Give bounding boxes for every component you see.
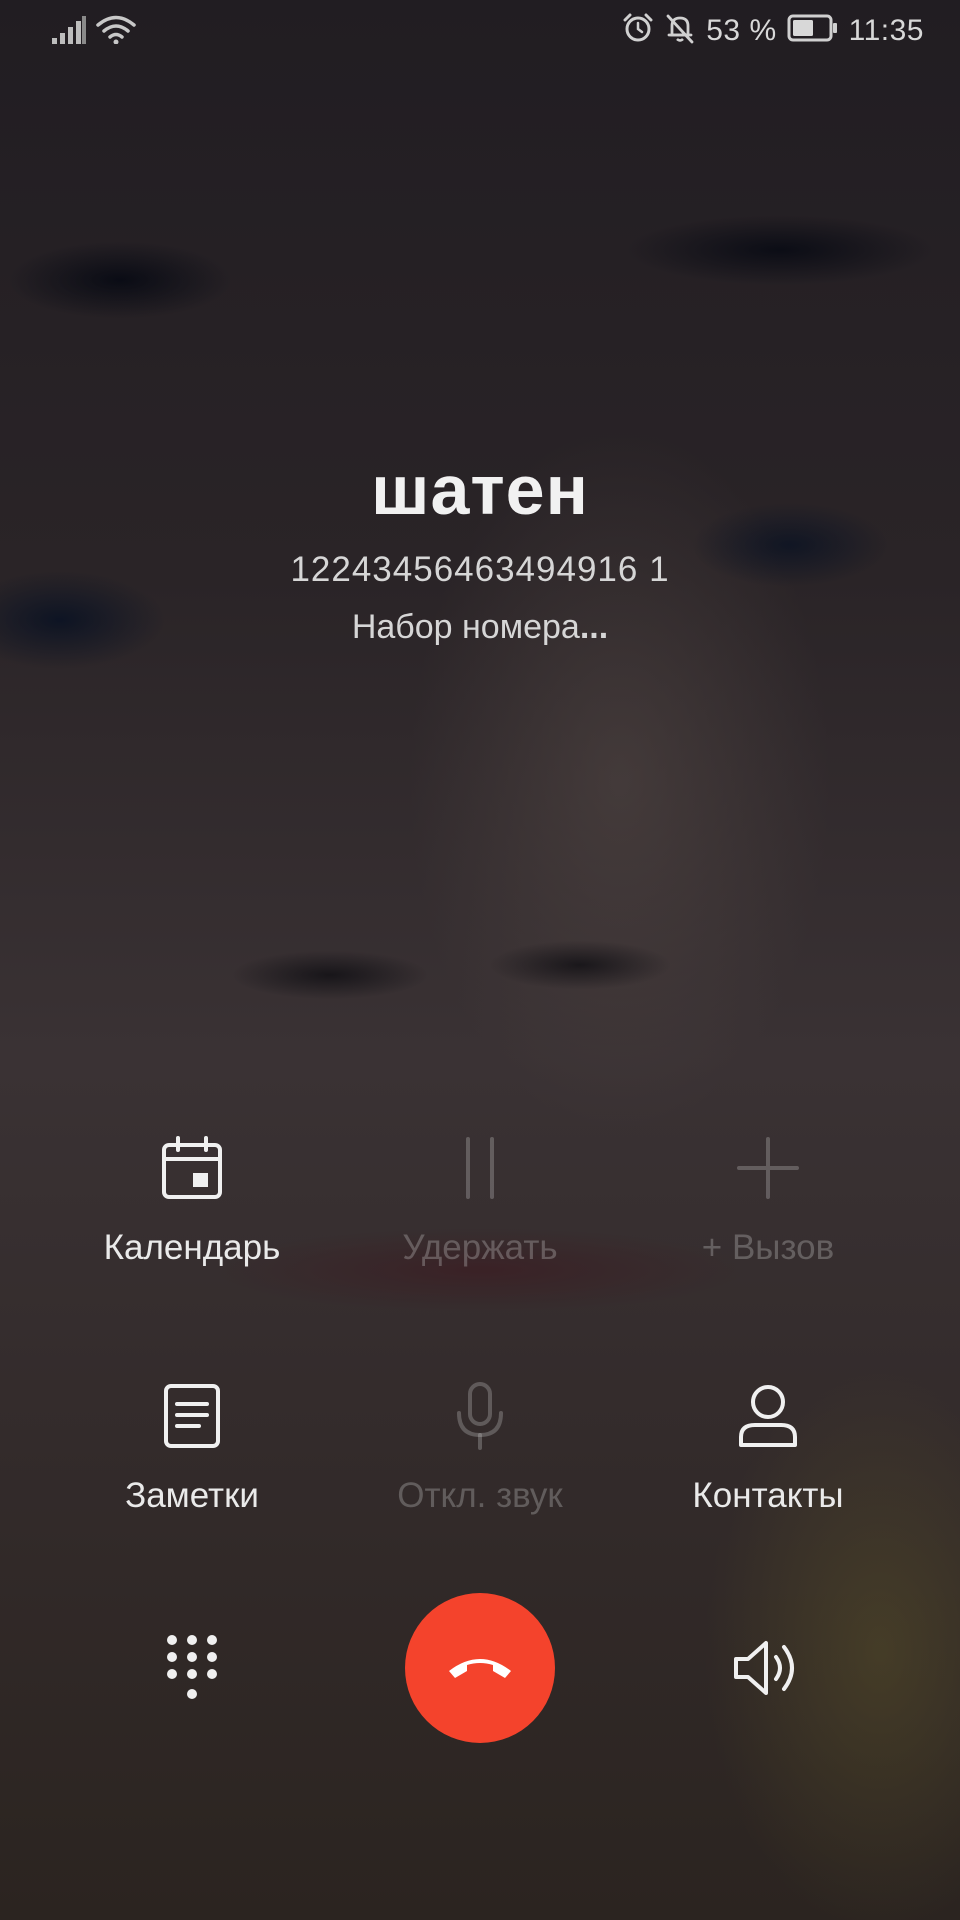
hold-button[interactable]: Удержать (330, 1130, 630, 1268)
calendar-icon (160, 1135, 224, 1206)
contacts-label: Контакты (692, 1476, 844, 1515)
add-call-button[interactable]: + Вызов (618, 1130, 918, 1268)
dialpad-button[interactable] (142, 1620, 242, 1720)
pause-icon (460, 1135, 500, 1206)
battery-percent: 53 % (706, 13, 777, 47)
calendar-label: Календарь (103, 1228, 281, 1267)
calendar-button[interactable]: Календарь (42, 1130, 342, 1268)
battery-icon (787, 14, 839, 47)
alarm-icon (622, 12, 654, 49)
contact-icon (735, 1383, 801, 1454)
contacts-button[interactable]: Контакты (618, 1378, 918, 1516)
end-call-button[interactable] (405, 1593, 555, 1743)
notes-button[interactable]: Заметки (42, 1378, 342, 1516)
add-call-label: + Вызов (701, 1228, 835, 1267)
call-status-text: Набор номера (351, 608, 580, 646)
end-call-icon (445, 1651, 515, 1686)
notes-icon (162, 1382, 222, 1455)
notes-label: Заметки (125, 1476, 259, 1515)
speaker-button[interactable] (718, 1620, 818, 1720)
signal-icon (52, 16, 86, 49)
call-status-dots: ... (579, 608, 609, 646)
caller-number: 12243456463494916 1 (290, 550, 670, 589)
mute-button[interactable]: Откл. звук (330, 1378, 630, 1516)
caller-name: шатен (371, 451, 589, 529)
clock: 11:35 (848, 13, 924, 47)
plus-icon (735, 1135, 801, 1206)
hold-label: Удержать (402, 1228, 558, 1267)
call-status: Набор номера... (0, 608, 960, 647)
speaker-icon (732, 1637, 804, 1704)
dialpad-icon (164, 1632, 220, 1709)
microphone-icon (453, 1381, 507, 1456)
bell-off-icon (664, 12, 696, 49)
caller-info: шатен 12243456463494916 1 Набор номера..… (0, 450, 960, 647)
mute-label: Откл. звук (397, 1476, 563, 1515)
status-bar: 53 % 11:35 (0, 0, 960, 66)
wifi-icon (96, 14, 136, 49)
